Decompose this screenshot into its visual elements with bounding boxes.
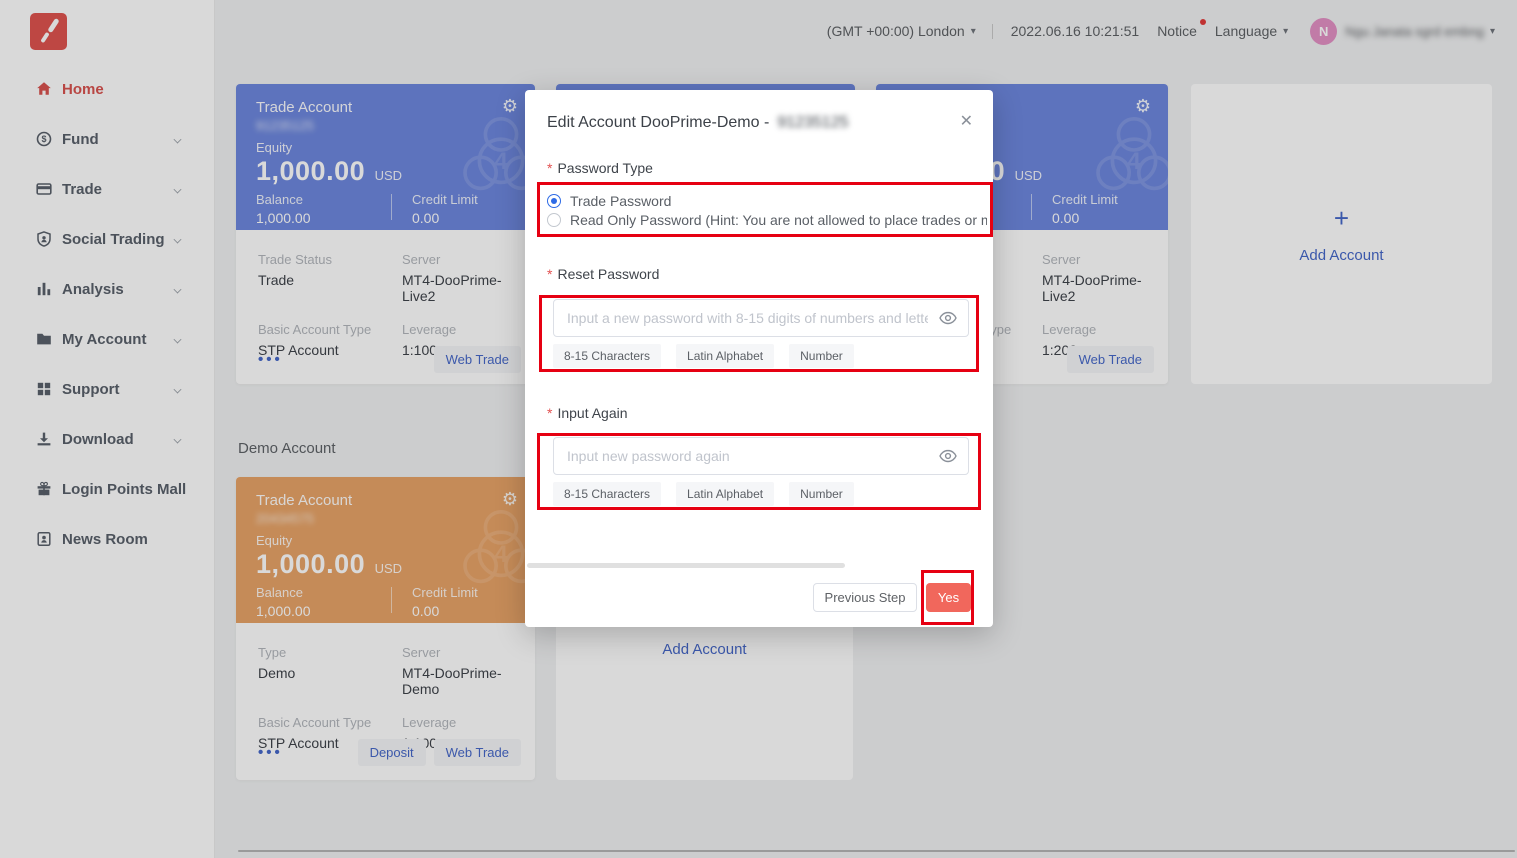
radio-button[interactable]	[547, 213, 561, 227]
chip-characters: 8-15 Characters	[553, 344, 661, 368]
input-again-label: *Input Again	[547, 405, 628, 421]
app-root: Home $ Fund Trade Social Trading Analysi…	[0, 0, 1517, 858]
chip-characters: 8-15 Characters	[553, 482, 661, 506]
reset-password-field	[553, 299, 969, 337]
radio-label: Read Only Password (Hint: You are not al…	[570, 212, 987, 228]
previous-step-button[interactable]: Previous Step	[813, 583, 917, 612]
radio-option-trade-password[interactable]: Trade Password	[547, 191, 987, 210]
required-asterisk: *	[547, 405, 552, 421]
radio-button-checked[interactable]	[547, 194, 561, 208]
edit-account-modal: Edit Account DooPrime-Demo - 91235125 ✕ …	[525, 90, 993, 627]
required-asterisk: *	[547, 160, 552, 176]
modal-title: Edit Account DooPrime-Demo - 91235125	[547, 114, 849, 132]
required-asterisk: *	[547, 266, 552, 282]
radio-label: Trade Password	[570, 193, 671, 209]
radio-option-read-only-password[interactable]: Read Only Password (Hint: You are not al…	[547, 210, 987, 229]
password-type-radio-group: Trade Password Read Only Password (Hint:…	[547, 191, 987, 229]
reset-password-input[interactable]	[553, 299, 969, 337]
chip-number: Number	[789, 482, 854, 506]
password-rule-chips: 8-15 Characters Latin Alphabet Number	[553, 482, 854, 506]
input-again-field	[553, 437, 969, 475]
password-type-label: *Password Type	[547, 160, 653, 176]
yes-button[interactable]: Yes	[926, 583, 971, 612]
chip-number: Number	[789, 344, 854, 368]
modal-horizontal-scrollbar[interactable]	[527, 563, 845, 568]
chip-latin-alphabet: Latin Alphabet	[676, 344, 774, 368]
modal-title-text: Edit Account DooPrime-Demo -	[547, 114, 769, 132]
eye-icon[interactable]	[938, 308, 958, 328]
chip-latin-alphabet: Latin Alphabet	[676, 482, 774, 506]
password-rule-chips: 8-15 Characters Latin Alphabet Number	[553, 344, 854, 368]
modal-account-redacted: 91235125	[777, 114, 848, 132]
input-again-input[interactable]	[553, 437, 969, 475]
reset-password-label: *Reset Password	[547, 266, 659, 282]
close-icon[interactable]: ✕	[960, 111, 973, 131]
eye-icon[interactable]	[938, 446, 958, 466]
